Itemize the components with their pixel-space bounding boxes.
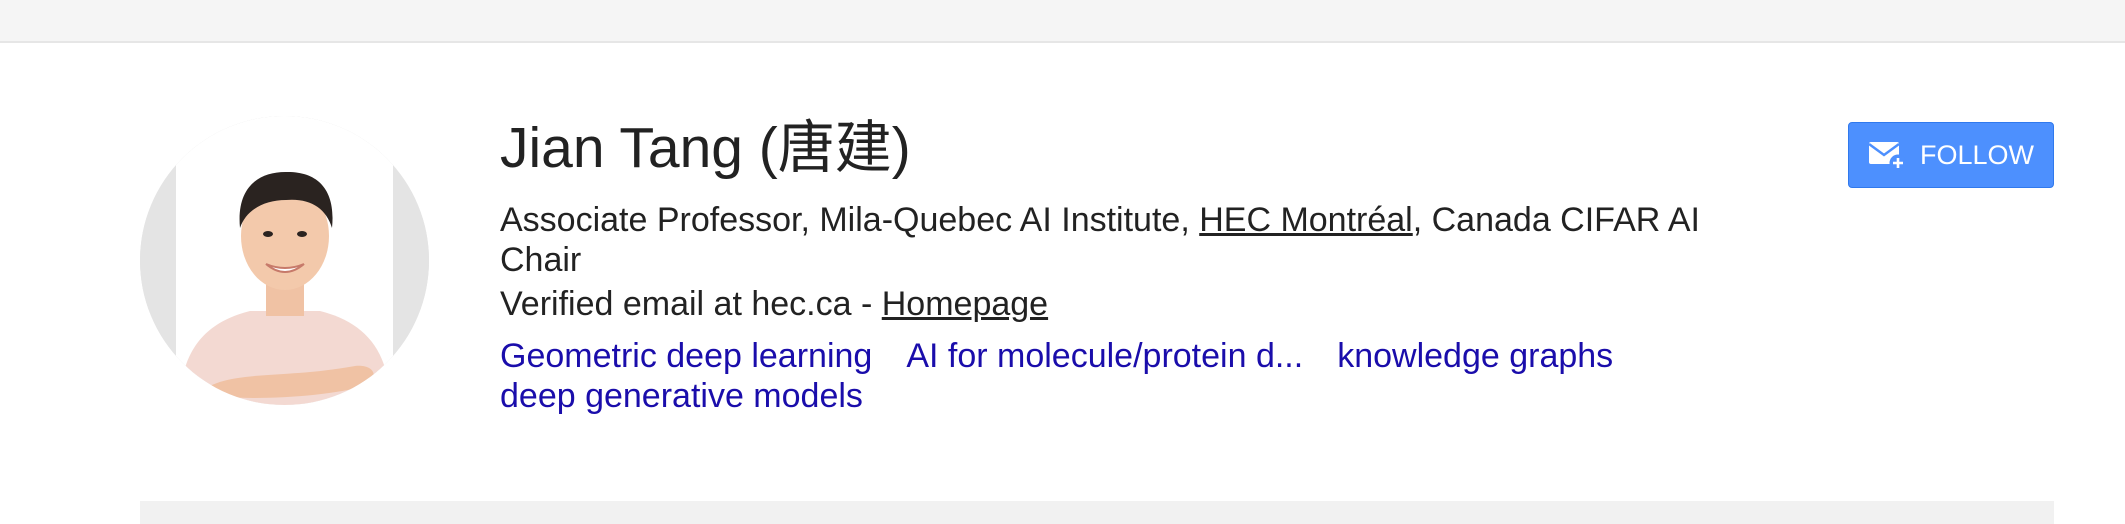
- avatar: [140, 116, 429, 405]
- verified-email: Verified email at hec.ca -: [500, 285, 882, 323]
- top-bar: [0, 0, 2125, 43]
- homepage-link[interactable]: Homepage: [882, 285, 1048, 323]
- mail-plus-icon: [1868, 138, 1908, 172]
- affiliation-link[interactable]: HEC Montréal: [1199, 201, 1413, 239]
- email-line: Verified email at hec.ca - Homepage: [500, 284, 1770, 324]
- profile-info: Jian Tang (唐建) Associate Professor, Mila…: [500, 112, 1770, 416]
- follow-label: FOLLOW: [1919, 139, 2034, 170]
- topic-link[interactable]: deep generative models: [500, 376, 863, 416]
- content-panel-top: [140, 501, 2054, 524]
- profile-name: Jian Tang (唐建): [500, 116, 911, 180]
- topic-link[interactable]: knowledge graphs: [1337, 336, 1613, 376]
- research-topics: Geometric deep learning AI for molecule/p…: [500, 336, 1770, 416]
- affiliation-prefix: Associate Professor, Mila-Quebec AI Inst…: [500, 201, 1200, 239]
- topic-link[interactable]: Geometric deep learning: [500, 336, 872, 376]
- affiliation: Associate Professor, Mila-Quebec AI Inst…: [500, 200, 1770, 280]
- profile-photo: [140, 116, 429, 405]
- topic-link[interactable]: AI for molecule/protein d...: [906, 336, 1303, 376]
- follow-button[interactable]: FOLLOW: [1848, 122, 2054, 188]
